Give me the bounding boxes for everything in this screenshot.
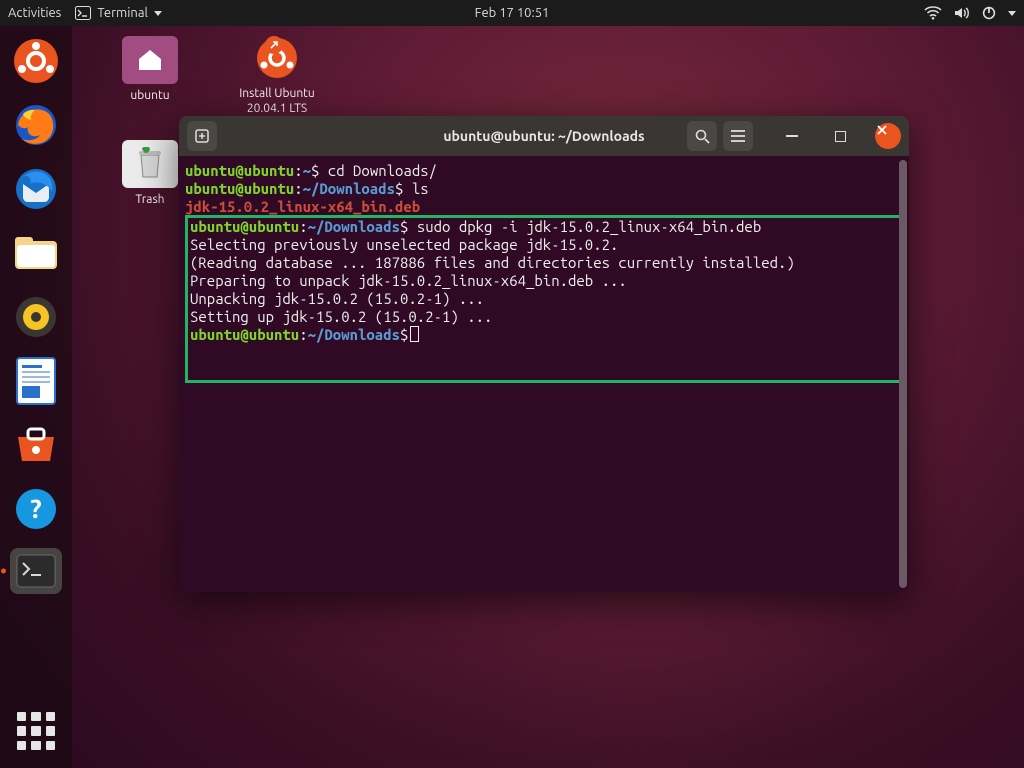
cursor bbox=[410, 326, 419, 342]
clock[interactable]: Feb 17 10:51 bbox=[475, 6, 550, 20]
wifi-icon[interactable] bbox=[924, 6, 942, 20]
prompt-user: ubuntu@ubuntu bbox=[185, 162, 294, 179]
activities-button[interactable]: Activities bbox=[8, 6, 61, 20]
cmd-cd: cd Downloads/ bbox=[319, 162, 437, 179]
terminal-body[interactable]: ubuntu@ubuntu:~$ cd Downloads/ ubuntu@ub… bbox=[179, 156, 909, 592]
prompt-path: ~ bbox=[303, 162, 311, 179]
desktop-home-folder[interactable]: ubuntu bbox=[95, 36, 205, 103]
chevron-down-icon bbox=[154, 11, 162, 16]
active-app-label: Terminal bbox=[97, 6, 148, 20]
dock-help[interactable]: ? bbox=[11, 484, 61, 534]
active-app-menu[interactable]: Terminal bbox=[75, 6, 162, 20]
minimize-button[interactable] bbox=[779, 123, 805, 149]
dock-libreoffice-writer[interactable] bbox=[11, 356, 61, 406]
dock-firefox[interactable] bbox=[11, 100, 61, 150]
ls-output: jdk-15.0.2_linux-x64_bin.deb bbox=[185, 198, 420, 215]
power-icon[interactable] bbox=[982, 6, 996, 20]
dpkg-out-2: (Reading database ... 187886 files and d… bbox=[190, 254, 898, 272]
dpkg-out-5: Setting up jdk-15.0.2 (15.0.2-1) ... bbox=[190, 308, 898, 326]
dock-terminal[interactable] bbox=[10, 548, 62, 594]
shortcut-arrow-icon bbox=[265, 36, 283, 54]
dock-rhythmbox[interactable] bbox=[11, 292, 61, 342]
maximize-button[interactable] bbox=[827, 123, 853, 149]
desktop-home-label: ubuntu bbox=[95, 88, 205, 103]
close-icon bbox=[875, 123, 889, 137]
volume-icon[interactable] bbox=[954, 6, 970, 20]
dock-ubuntu-logo[interactable] bbox=[11, 36, 61, 86]
highlighted-block: ubuntu@ubuntu:~/Downloads$ sudo dpkg -i … bbox=[185, 215, 903, 383]
terminal-icon bbox=[75, 6, 91, 20]
maximize-icon bbox=[835, 131, 846, 142]
hamburger-menu-button[interactable] bbox=[723, 121, 753, 151]
dpkg-out-4: Unpacking jdk-15.0.2 (15.0.2-1) ... bbox=[190, 290, 898, 308]
dock: ? bbox=[0, 26, 72, 768]
close-button[interactable] bbox=[875, 123, 901, 149]
search-button[interactable] bbox=[687, 121, 717, 151]
terminal-window: ubuntu@ubuntu: ~/Downloads ubuntu@ubuntu… bbox=[179, 116, 909, 592]
search-icon bbox=[694, 128, 710, 144]
terminal-titlebar[interactable]: ubuntu@ubuntu: ~/Downloads bbox=[179, 116, 909, 156]
minimize-icon bbox=[786, 135, 798, 137]
desktop-install-ubuntu[interactable]: Install Ubuntu 20.04.1 LTS bbox=[222, 34, 332, 116]
new-tab-button[interactable] bbox=[187, 121, 217, 151]
system-menu-chevron-icon[interactable] bbox=[1008, 11, 1016, 16]
terminal-title: ubuntu@ubuntu: ~/Downloads bbox=[443, 128, 644, 144]
cmd-dpkg: sudo dpkg -i jdk-15.0.2_linux-x64_bin.de… bbox=[408, 218, 761, 235]
show-applications-button[interactable] bbox=[17, 712, 55, 750]
dpkg-out-3: Preparing to unpack jdk-15.0.2_linux-x64… bbox=[190, 272, 898, 290]
top-bar: Activities Terminal Feb 17 10:51 bbox=[0, 0, 1024, 26]
dpkg-out-1: Selecting previously unselected package … bbox=[190, 236, 898, 254]
svg-text:?: ? bbox=[30, 494, 41, 523]
desktop-install-label-2: 20.04.1 LTS bbox=[222, 101, 332, 116]
terminal-scrollbar[interactable] bbox=[899, 160, 907, 588]
dock-files[interactable] bbox=[11, 228, 61, 278]
dock-thunderbird[interactable] bbox=[11, 164, 61, 214]
cmd-ls: ls bbox=[403, 180, 428, 197]
dock-ubuntu-software[interactable] bbox=[11, 420, 61, 470]
hamburger-icon bbox=[730, 129, 746, 143]
desktop-install-label-1: Install Ubuntu bbox=[222, 86, 332, 101]
